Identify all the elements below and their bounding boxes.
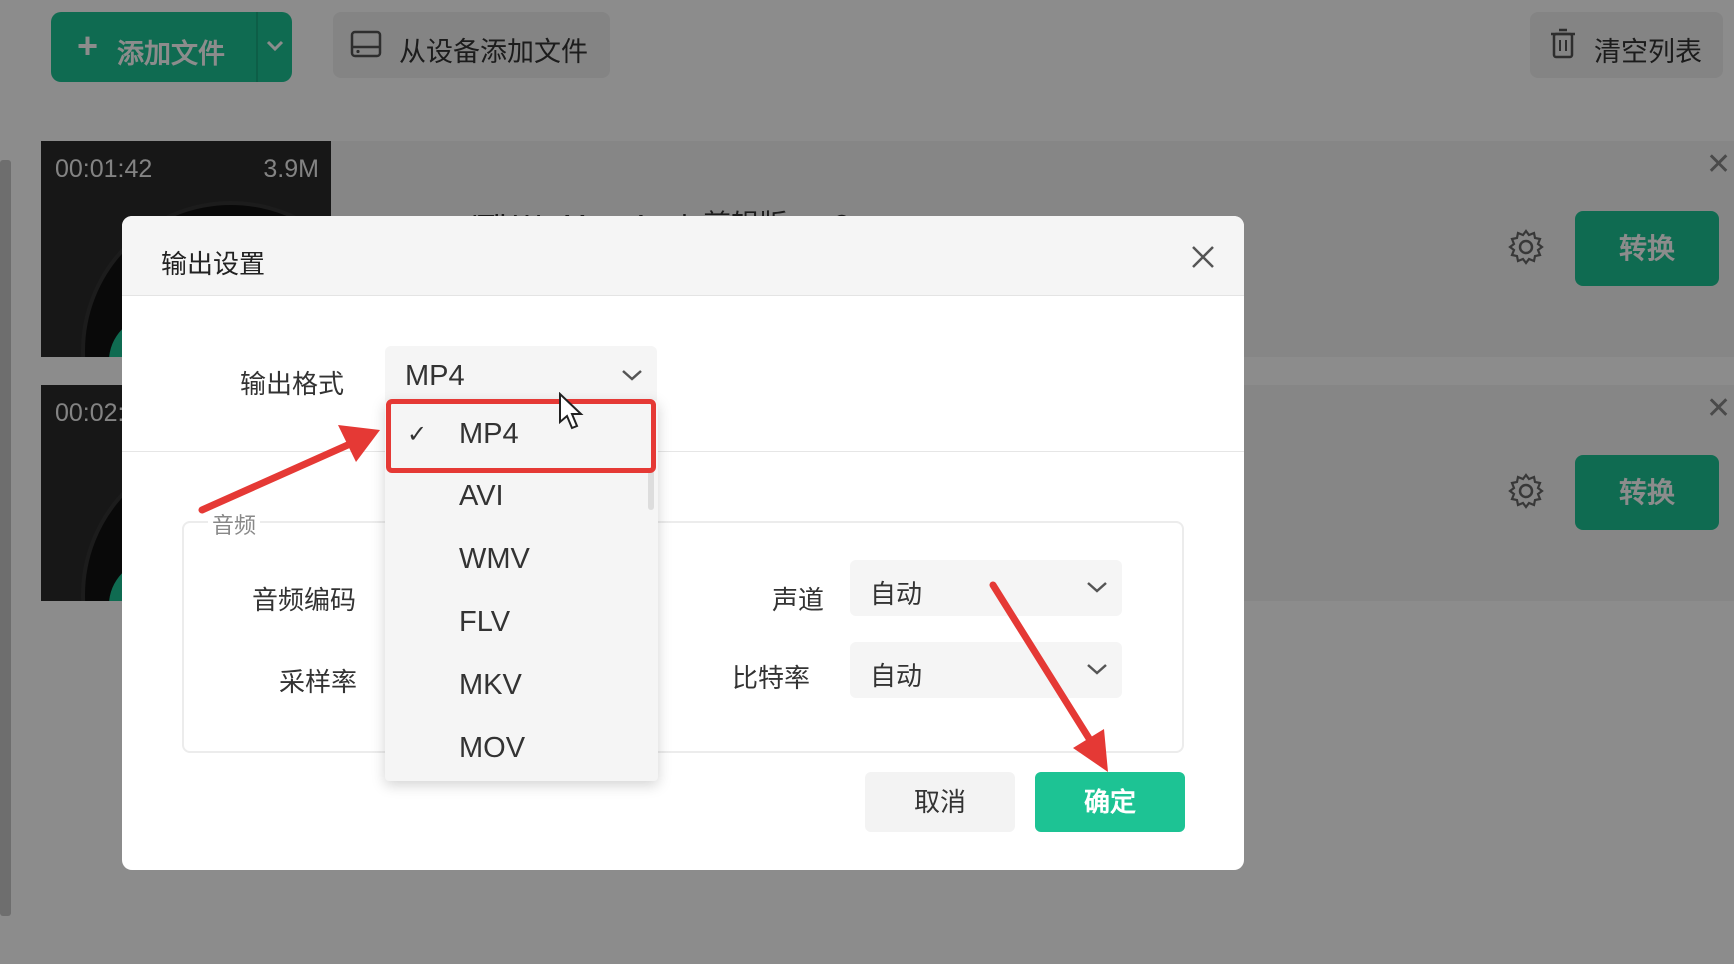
- dropdown-scrollbar[interactable]: [648, 470, 654, 510]
- format-option-wmv[interactable]: WMV: [385, 529, 658, 591]
- bitrate-value: 自动: [870, 661, 923, 691]
- format-option-label: FLV: [459, 606, 511, 638]
- output-format-value: MP4: [405, 360, 465, 392]
- output-format-select[interactable]: MP4: [385, 346, 657, 406]
- annotation-highlight-box: [386, 399, 656, 473]
- dialog-title: 输出设置: [161, 249, 266, 279]
- format-option-label: MOV: [459, 732, 526, 764]
- sample-rate-label: 采样率: [279, 667, 358, 697]
- output-format-label: 输出格式: [240, 369, 345, 399]
- format-option-label: AVI: [459, 480, 504, 512]
- format-option-label: MKV: [459, 669, 522, 701]
- format-option-label: WMV: [459, 543, 530, 575]
- channel-select[interactable]: 自动: [850, 560, 1122, 616]
- channel-label: 声道: [772, 585, 825, 615]
- dialog-header: 输出设置: [122, 216, 1244, 296]
- channel-value: 自动: [870, 579, 923, 609]
- chevron-down-icon: [622, 370, 642, 381]
- audio-settings-group: [182, 521, 1184, 753]
- bitrate-select[interactable]: 自动: [850, 642, 1122, 698]
- output-settings-dialog: 输出设置 输出格式 MP4 音频 音频编码 采样率 声道 自动 比特率 自动 取…: [122, 216, 1244, 870]
- close-icon[interactable]: [1188, 242, 1218, 272]
- section-divider: [122, 451, 1244, 452]
- cancel-button[interactable]: 取消: [865, 772, 1015, 832]
- format-option-mov[interactable]: MOV: [385, 718, 658, 780]
- confirm-button[interactable]: 确定: [1035, 772, 1185, 832]
- chevron-down-icon: [1087, 582, 1107, 593]
- audio-codec-label: 音频编码: [252, 585, 357, 615]
- audio-group-label: 音频: [208, 508, 261, 540]
- format-option-avi[interactable]: AVI: [385, 466, 658, 528]
- chevron-down-icon: [1087, 664, 1107, 675]
- format-option-mkv[interactable]: MKV: [385, 655, 658, 717]
- mouse-cursor-icon: [559, 392, 584, 430]
- bitrate-label: 比特率: [732, 663, 811, 693]
- format-option-flv[interactable]: FLV: [385, 592, 658, 654]
